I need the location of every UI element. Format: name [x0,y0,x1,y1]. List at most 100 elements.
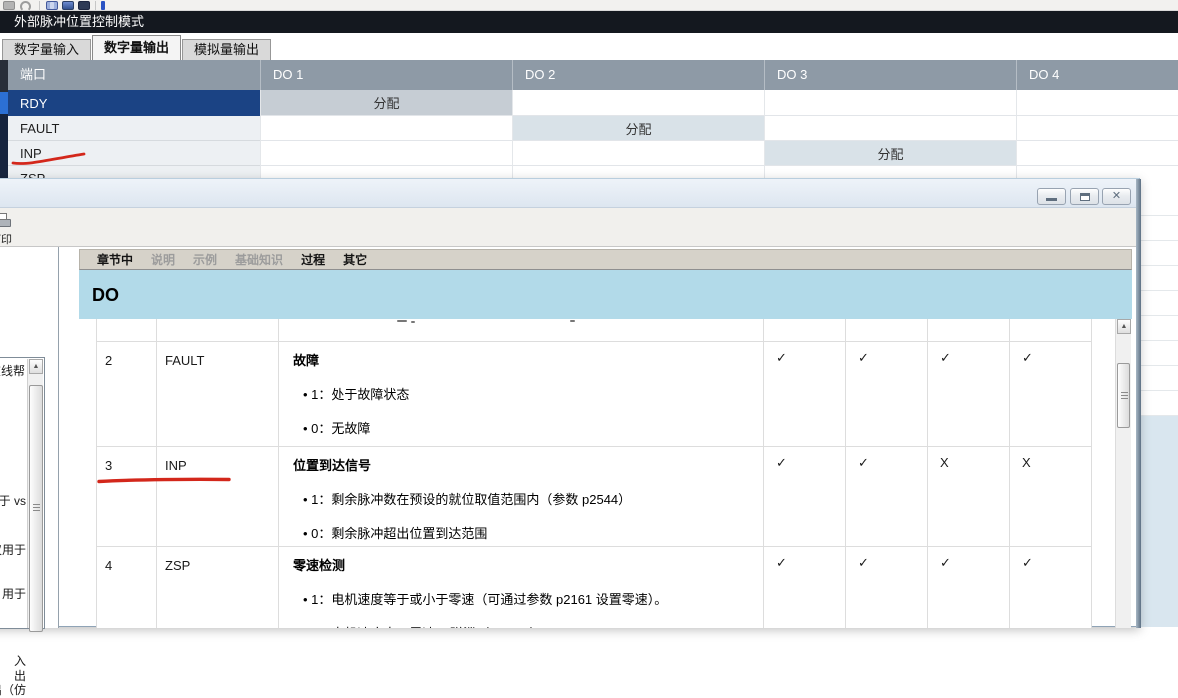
tab-数字量输入[interactable]: 数字量输入 [2,39,91,60]
close-icon: ✕ [1112,191,1121,202]
mode-title: 外部脉冲位置控制模式 [14,14,144,29]
io-row-INP[interactable]: INP 分配 [8,141,1178,166]
help-tab-基础知识: 基础知识 [226,251,292,268]
io-cell-DO 4[interactable] [1016,166,1178,178]
toolbar-separator [39,1,40,10]
topic-item[interactable]: 仅用于 [0,541,26,558]
io-cell-DO 4[interactable] [1016,90,1178,116]
signal-bullet: • 1：电机速度等于或小于零速（可通过参数 p2161 设置零速）。 [303,589,757,608]
scroll-up-icon[interactable]: ▲ [1117,319,1131,334]
port-label[interactable]: FAULT [8,116,260,141]
main-tabs: 数字量输入数字量输出模拟量输出 [2,33,1178,60]
monitor-icon[interactable] [62,1,74,10]
topic-item[interactable]: 在线帮 [0,362,25,379]
print-button-label[interactable]: 打印 [0,231,16,247]
signal-row-FAULT: 2FAULT故障• 1：处于故障状态• 0：无故障✓✓✓✓ [97,342,1092,447]
content-scrollbar[interactable]: ▲ [1115,319,1131,628]
io-cell-DO 2[interactable] [512,141,764,166]
column-header-端口: 端口 [8,60,260,90]
io-cell-DO 3[interactable] [764,166,1016,178]
restore-button[interactable] [1070,188,1099,205]
signal-number: 4 [97,547,157,628]
help-window-titlebar[interactable] [0,179,1139,208]
io-row-ZSP[interactable]: ZSP [8,166,1178,178]
assign-cell-DO 3[interactable]: 分配 [764,141,1016,166]
column-header-DO 3: DO 3 [764,60,1016,90]
column-header-DO 4: DO 4 [1016,60,1178,90]
print-icon[interactable] [0,213,11,230]
clipped-text-remnant [397,320,407,322]
minimize-button[interactable] [1037,188,1066,205]
help-tab-其它[interactable]: 其它 [334,251,376,268]
port-label[interactable]: ZSP [8,166,260,178]
printer-body [0,219,11,227]
topic-item[interactable]: 用于 [0,585,26,602]
help-toolbar: 打印 [0,208,1139,247]
clipped-text-remnant [411,321,415,323]
io-assignment-table: 端口DO 1DO 2DO 3DO 4 RDY分配FAULT分配INP分配ZSP [8,60,1178,178]
assign-cell-DO 2[interactable]: 分配 [512,116,764,141]
window-right-border [1136,179,1141,628]
do1-support-mark: ✓ [764,447,846,547]
clipped-text-remnant [570,320,575,322]
mode-title-bar: 外部脉冲位置控制模式 [0,11,1178,33]
io-cell-DO 4[interactable] [1016,141,1178,166]
io-cell-DO 3[interactable] [764,116,1016,141]
help-tab-示例: 示例 [184,251,226,268]
tab-数字量输出[interactable]: 数字量输出 [92,35,181,60]
do2-support-mark: ✓ [846,447,928,547]
table-row-clipped [97,319,1092,342]
save-icon[interactable] [78,1,90,10]
signal-bullet: • 0：剩余脉冲超出位置到达范围 [303,523,757,542]
do1-support-mark: ✓ [764,342,846,447]
topic-title: DO [79,270,1132,306]
content-scrollbar-thumb[interactable] [1117,363,1130,428]
toolbar-separator [95,1,96,10]
io-cell-DO 1[interactable] [260,141,512,166]
scroll-up-icon[interactable]: ▲ [29,359,43,374]
signal-row-INP: 3INP位置到达信号• 1：剩余脉冲数在预设的就位取值范围内（参数 p2544）… [97,447,1092,547]
topic-banner: DO [79,270,1132,319]
io-cell-DO 3[interactable] [764,90,1016,116]
background-panel [1140,416,1178,627]
signal-name: FAULT [157,342,279,447]
column-header-DO 1: DO 1 [260,60,512,90]
signal-bullet: • 0：电机速度大于零速 + 磁滞（10 rpm）。 [303,623,757,628]
signal-title: 位置到达信号 [293,455,757,474]
io-row-RDY[interactable]: RDY分配 [8,90,1178,116]
do2-support-mark: ✓ [846,342,928,447]
topic-item[interactable]: 出（仿 [0,681,26,698]
signal-row-ZSP: 4ZSP零速检测• 1：电机速度等于或小于零速（可通过参数 p2161 设置零速… [97,547,1092,628]
io-cell-DO 1[interactable] [260,166,512,178]
help-tab-章节中[interactable]: 章节中 [88,251,142,268]
io-table-header: 端口DO 1DO 2DO 3DO 4 [8,60,1178,90]
signal-description: 零速检测• 1：电机速度等于或小于零速（可通过参数 p2161 设置零速）。• … [279,547,764,628]
grid-icon[interactable] [46,1,58,10]
close-button[interactable]: ✕ [1102,188,1131,205]
tab-模拟量输出[interactable]: 模拟量输出 [182,39,271,60]
topic-scrollbar[interactable]: ▲ [27,359,43,628]
do2-support-mark: ✓ [846,547,928,628]
io-row-FAULT[interactable]: FAULT 分配 [8,116,1178,141]
do3-support-mark: X [928,447,1010,547]
signal-description: 故障• 1：处于故障状态• 0：无故障 [279,342,764,447]
port-label[interactable]: INP [8,141,260,166]
signal-number: 3 [97,447,157,547]
io-cell-DO 4[interactable] [1016,116,1178,141]
assign-cell-DO 1[interactable]: 分配 [260,90,512,116]
port-label[interactable]: RDY [8,90,260,116]
signal-number: 2 [97,342,157,447]
io-cell-DO 2[interactable] [512,166,764,178]
keyboard-icon[interactable] [3,1,15,10]
window-edge-decoration [0,114,8,178]
help-tab-说明: 说明 [142,251,184,268]
help-icon[interactable] [101,1,105,10]
signal-name: ZSP [157,547,279,628]
help-tab-过程[interactable]: 过程 [292,251,334,268]
io-cell-DO 1[interactable] [260,116,512,141]
do3-support-mark: ✓ [928,342,1010,447]
io-cell-DO 2[interactable] [512,90,764,116]
topic-scrollbar-thumb[interactable] [29,385,43,632]
topic-item[interactable]: 于 vs [0,492,26,509]
background-table-rows [1140,191,1178,430]
